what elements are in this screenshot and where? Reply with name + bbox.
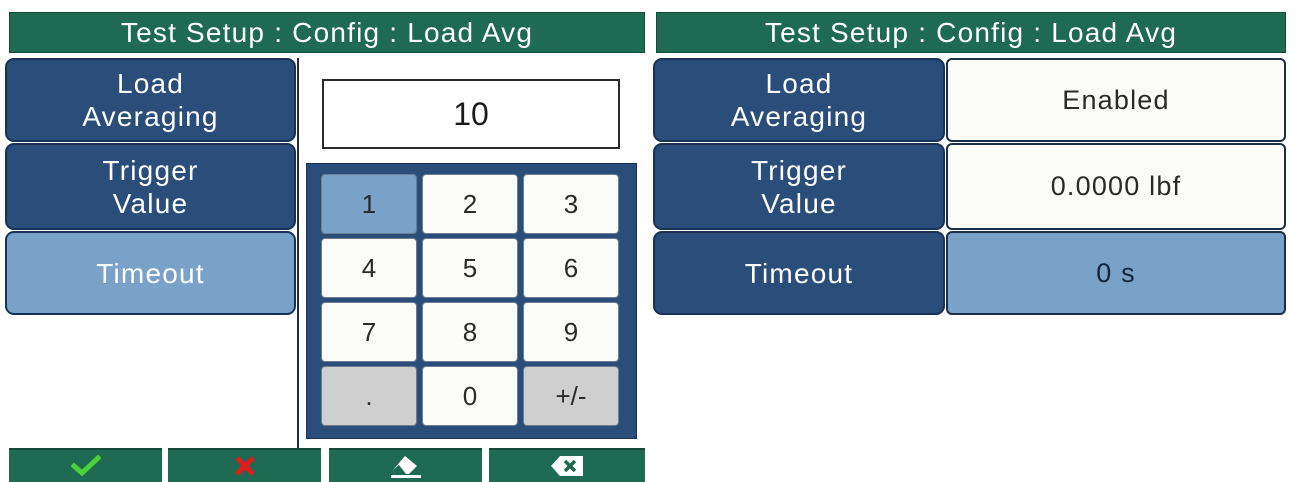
key-label: +/- — [555, 380, 587, 411]
trigger-value-value[interactable]: 0.0000 lbf — [946, 143, 1286, 230]
right-load-averaging-label: Load Averaging — [730, 68, 868, 132]
key-label: 1 — [361, 188, 377, 219]
key-label: 2 — [462, 188, 478, 219]
left-title: Test Setup : Config : Load Avg — [120, 16, 534, 48]
x-icon — [234, 456, 255, 476]
left-trigger-value-label: Trigger Value — [102, 154, 199, 219]
key-label: 8 — [462, 316, 478, 347]
right-trigger-value-label: Trigger Value — [750, 154, 848, 219]
left-timeout-label: Timeout — [96, 257, 205, 289]
key-8[interactable]: 8 — [422, 302, 518, 362]
key-decimal[interactable]: . — [321, 366, 417, 426]
key-plus-minus[interactable]: +/- — [523, 366, 619, 426]
left-load-averaging-label: Load Averaging — [82, 68, 219, 132]
key-label: 6 — [563, 252, 579, 283]
right-title: Test Setup : Config : Load Avg — [764, 16, 1178, 48]
confirm-button[interactable] — [9, 448, 162, 482]
cancel-button[interactable] — [168, 448, 321, 482]
key-5[interactable]: 5 — [422, 238, 518, 298]
load-averaging-value[interactable]: Enabled — [946, 58, 1286, 142]
key-6[interactable]: 6 — [523, 238, 619, 298]
key-label: 3 — [563, 188, 579, 219]
numeric-entry-value: 10 — [453, 95, 489, 132]
left-timeout-button[interactable]: Timeout — [5, 231, 296, 315]
backspace-button[interactable] — [489, 448, 645, 482]
left-load-averaging-button[interactable]: Load Averaging — [5, 58, 296, 142]
load-averaging-value-text: Enabled — [1062, 84, 1170, 115]
timeout-value-text: 0 s — [1096, 257, 1136, 288]
key-4[interactable]: 4 — [321, 238, 417, 298]
right-trigger-value-button[interactable]: Trigger Value — [653, 143, 945, 230]
left-title-bar: Test Setup : Config : Load Avg — [9, 12, 645, 53]
right-title-bar: Test Setup : Config : Load Avg — [656, 12, 1286, 53]
key-label: 9 — [563, 316, 579, 347]
right-timeout-button[interactable]: Timeout — [653, 231, 945, 315]
right-timeout-label: Timeout — [744, 257, 854, 289]
eraser-icon — [390, 456, 421, 478]
key-label: 7 — [361, 316, 377, 347]
key-2[interactable]: 2 — [422, 174, 518, 234]
key-label: 5 — [462, 252, 478, 283]
key-label: 0 — [462, 380, 478, 411]
key-label: . — [365, 380, 373, 411]
key-label: 4 — [361, 252, 377, 283]
numeric-entry-field[interactable]: 10 — [322, 79, 620, 149]
clear-button[interactable] — [329, 448, 482, 482]
key-9[interactable]: 9 — [523, 302, 619, 362]
key-0[interactable]: 0 — [422, 366, 518, 426]
key-1[interactable]: 1 — [321, 174, 417, 234]
key-3[interactable]: 3 — [523, 174, 619, 234]
backspace-icon — [551, 456, 583, 476]
trigger-value-value-text: 0.0000 lbf — [1050, 171, 1182, 201]
key-7[interactable]: 7 — [321, 302, 417, 362]
numeric-keypad: 1 2 3 4 5 6 7 8 9 . 0 +/- — [306, 163, 637, 439]
right-load-averaging-button[interactable]: Load Averaging — [653, 58, 945, 142]
check-icon — [70, 455, 101, 477]
timeout-value[interactable]: 0 s — [946, 231, 1286, 315]
left-trigger-value-button[interactable]: Trigger Value — [5, 143, 296, 230]
